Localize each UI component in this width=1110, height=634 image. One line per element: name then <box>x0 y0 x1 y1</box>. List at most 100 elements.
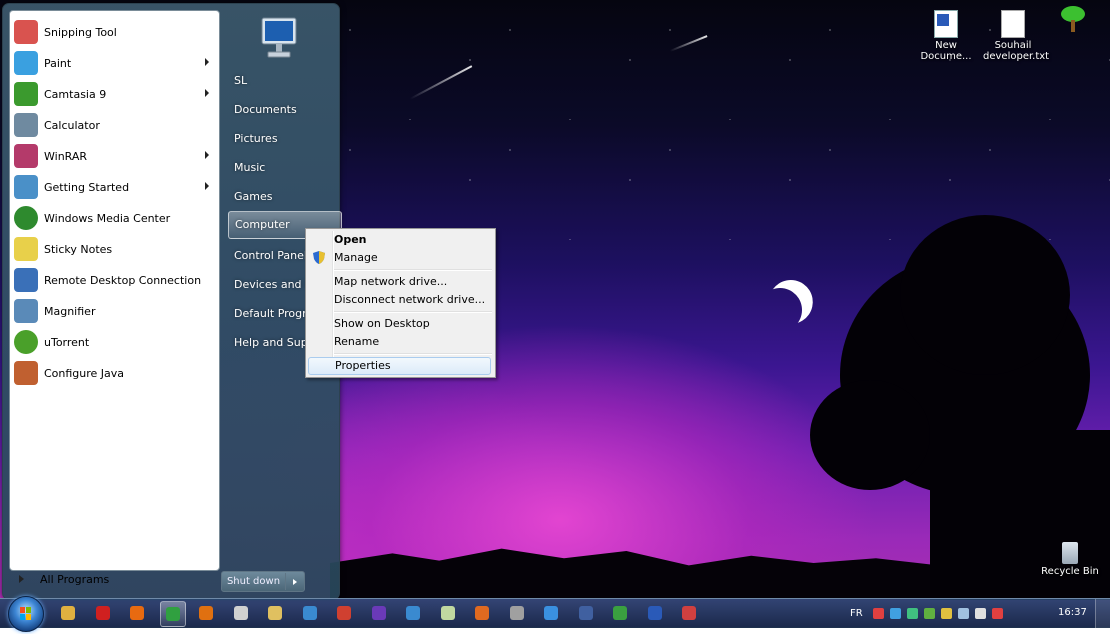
taskbar-button[interactable] <box>125 601 149 625</box>
desktop-icon-text-file[interactable]: Souhail developer.txt <box>983 10 1049 62</box>
taskbar-button[interactable] <box>263 601 287 625</box>
taskbar-button[interactable] <box>539 601 563 625</box>
place-music[interactable]: Music <box>228 155 340 181</box>
context-menu: Open Manage Map network drive... Disconn… <box>305 228 496 378</box>
taskbar-button[interactable] <box>56 601 80 625</box>
opera-icon <box>96 606 110 620</box>
desktop-icon-tree-shortcut[interactable] <box>1042 6 1102 34</box>
app-icon <box>510 606 524 620</box>
tray-icon[interactable] <box>940 608 952 619</box>
program-utorrent[interactable]: uTorrent <box>14 328 215 356</box>
menu-item-properties[interactable]: Properties <box>308 357 491 375</box>
program-label: Getting Started <box>44 180 130 194</box>
place-pictures[interactable]: Pictures <box>228 126 340 152</box>
word-icon <box>648 606 662 620</box>
program-label: WinRAR <box>44 149 88 163</box>
explorer-icon <box>61 606 75 620</box>
taskbar-button[interactable] <box>574 601 598 625</box>
chrome-icon <box>166 607 180 621</box>
winrar-icon <box>14 144 38 168</box>
program-winrar[interactable]: WinRAR <box>14 142 215 170</box>
program-windows-media-center[interactable]: Windows Media Center <box>14 204 215 232</box>
notepad-icon <box>441 606 455 620</box>
internet-explorer-icon <box>544 606 558 620</box>
tray-icon[interactable] <box>923 608 935 619</box>
java-icon <box>14 361 38 385</box>
program-sticky-notes[interactable]: Sticky Notes <box>14 235 215 263</box>
tree-silhouette <box>900 215 1070 375</box>
place-user[interactable]: SL <box>228 68 340 94</box>
language-indicator[interactable]: FR <box>850 608 863 619</box>
tree-shortcut-icon <box>1061 6 1085 32</box>
show-desktop-button[interactable] <box>1095 599 1110 628</box>
program-magnifier[interactable]: Magnifier <box>14 297 215 325</box>
calculator-icon <box>14 113 38 137</box>
tray-icon[interactable] <box>889 608 901 619</box>
desktop-icon-label: Souhail developer.txt <box>983 40 1050 62</box>
taskbar-button[interactable] <box>160 601 186 627</box>
menu-separator <box>334 353 492 355</box>
program-paint[interactable]: Paint <box>14 49 215 77</box>
getting-started-icon <box>14 175 38 199</box>
media-player-icon <box>199 606 213 620</box>
menu-item-rename[interactable]: Rename <box>308 333 491 351</box>
moon <box>755 285 806 336</box>
app-icon <box>613 606 627 620</box>
program-configure-java[interactable]: Configure Java <box>14 359 215 387</box>
program-calculator[interactable]: Calculator <box>14 111 215 139</box>
menu-item-label: Manage <box>334 251 378 264</box>
taskbar-button[interactable] <box>91 601 115 625</box>
place-documents[interactable]: Documents <box>228 97 340 123</box>
visual-studio-icon <box>372 606 386 620</box>
taskbar-button[interactable] <box>643 601 667 625</box>
menu-item-manage[interactable]: Manage <box>308 249 491 267</box>
camtasia-icon <box>14 82 38 106</box>
app-icon <box>303 606 317 620</box>
taskbar-button[interactable] <box>194 601 218 625</box>
desktop-icon-recycle-bin[interactable]: Recycle Bin <box>1040 542 1100 577</box>
taskbar-button[interactable] <box>470 601 494 625</box>
media-center-icon <box>14 206 38 230</box>
tray-icon[interactable] <box>872 608 884 619</box>
tray-icon[interactable] <box>906 608 918 619</box>
taskbar-button[interactable] <box>436 601 460 625</box>
all-programs-label: All Programs <box>40 572 110 586</box>
taskbar-button[interactable] <box>401 601 425 625</box>
network-icon[interactable] <box>957 608 969 619</box>
taskbar-button[interactable] <box>229 601 253 625</box>
all-programs-button[interactable]: All Programs <box>9 566 218 592</box>
magnifier-icon <box>14 299 38 323</box>
program-getting-started[interactable]: Getting Started <box>14 173 215 201</box>
taskbar-button[interactable] <box>298 601 322 625</box>
start-menu: Snipping Tool Paint Camtasia 9 Calculato… <box>2 3 342 600</box>
utorrent-icon <box>14 330 38 354</box>
program-label: Windows Media Center <box>44 211 171 225</box>
program-remote-desktop[interactable]: Remote Desktop Connection <box>14 266 215 294</box>
shutdown-options-button[interactable] <box>285 573 304 590</box>
taskbar-button[interactable] <box>367 601 391 625</box>
desktop-icon-new-document[interactable]: New Docume... <box>916 10 976 62</box>
program-label: Remote Desktop Connection <box>44 273 202 287</box>
taskbar-button[interactable] <box>505 601 529 625</box>
shutdown-label: Shut down <box>226 576 281 587</box>
program-camtasia[interactable]: Camtasia 9 <box>14 80 215 108</box>
recycle-bin-icon <box>1062 542 1078 564</box>
taskbar-button[interactable] <box>677 601 701 625</box>
submenu-arrow-icon <box>205 89 209 97</box>
menu-item-map-network-drive[interactable]: Map network drive... <box>308 273 491 291</box>
taskbar-button[interactable] <box>332 601 356 625</box>
place-games[interactable]: Games <box>228 184 340 210</box>
submenu-arrow-icon <box>205 151 209 159</box>
app-icon <box>337 606 351 620</box>
volume-icon[interactable] <box>974 608 986 619</box>
taskbar-button[interactable] <box>608 601 632 625</box>
menu-item-disconnect-network-drive[interactable]: Disconnect network drive... <box>308 291 491 309</box>
menu-item-show-on-desktop[interactable]: Show on Desktop <box>308 315 491 333</box>
shutdown-button[interactable]: Shut down <box>221 571 305 592</box>
program-label: Snipping Tool <box>44 25 117 39</box>
xampp-icon <box>475 606 489 620</box>
menu-item-open[interactable]: Open <box>308 231 491 249</box>
flag-icon[interactable] <box>991 608 1003 619</box>
program-snipping-tool[interactable]: Snipping Tool <box>14 18 215 46</box>
clock[interactable]: 16:37 <box>1058 607 1087 618</box>
